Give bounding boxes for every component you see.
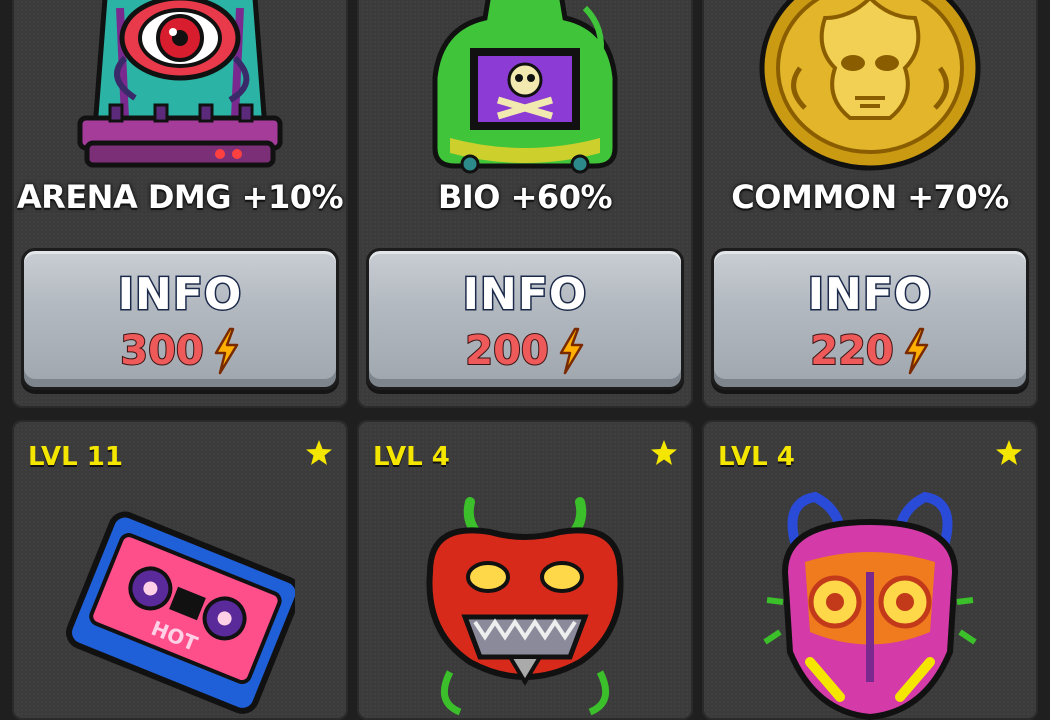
- price-value: 220: [809, 327, 894, 375]
- info-button[interactable]: INFO 300: [21, 248, 339, 390]
- star-icon: [996, 440, 1022, 465]
- shop-card-cassette[interactable]: LVL 11 HOT: [12, 420, 348, 720]
- pepper-mask-icon: [426, 497, 624, 716]
- cassette-tape-icon: HOT: [66, 511, 295, 714]
- energy-bolt-icon: [904, 327, 928, 375]
- info-button[interactable]: INFO 200: [366, 248, 684, 390]
- level-label: LVL 4: [373, 442, 450, 472]
- star-icon: [651, 440, 677, 465]
- shop-card-pepper-mask[interactable]: LVL 4: [357, 420, 693, 720]
- bonus-label: ARENA DMG +10%: [16, 178, 344, 216]
- eye-in-jar-icon: [77, 0, 283, 168]
- level-label: LVL 11: [28, 442, 123, 472]
- info-button-label: INFO: [461, 268, 588, 322]
- level-label: LVL 4: [718, 442, 795, 472]
- price-value: 200: [464, 327, 549, 375]
- shop-card-common[interactable]: COMMON +70% INFO 220: [702, 0, 1038, 408]
- info-button[interactable]: INFO 220: [711, 248, 1029, 390]
- price-row: 200: [369, 327, 681, 375]
- price-value: 300: [119, 327, 204, 375]
- bonus-label: BIO +60%: [437, 178, 613, 216]
- star-icon: [306, 440, 332, 465]
- info-button-label: INFO: [116, 268, 243, 322]
- shop-card-bio[interactable]: BIO +60% INFO 200: [357, 0, 693, 408]
- gold-coin-icon: [759, 0, 981, 171]
- price-row: 300: [24, 327, 336, 375]
- shop-card-bug-mask[interactable]: LVL 4: [702, 420, 1038, 720]
- price-row: 220: [714, 327, 1026, 375]
- energy-bolt-icon: [559, 327, 583, 375]
- shop-grid: ARENA DMG +10% INFO 300 BIO +60% INFO 20…: [0, 0, 1050, 720]
- bonus-label: COMMON +70%: [731, 178, 1009, 216]
- bug-mask-icon: [763, 491, 977, 720]
- shop-card-arena-dmg[interactable]: ARENA DMG +10% INFO 300: [12, 0, 348, 408]
- energy-bolt-icon: [214, 327, 238, 375]
- poison-jar-icon: [432, 0, 618, 174]
- info-button-label: INFO: [806, 268, 933, 322]
